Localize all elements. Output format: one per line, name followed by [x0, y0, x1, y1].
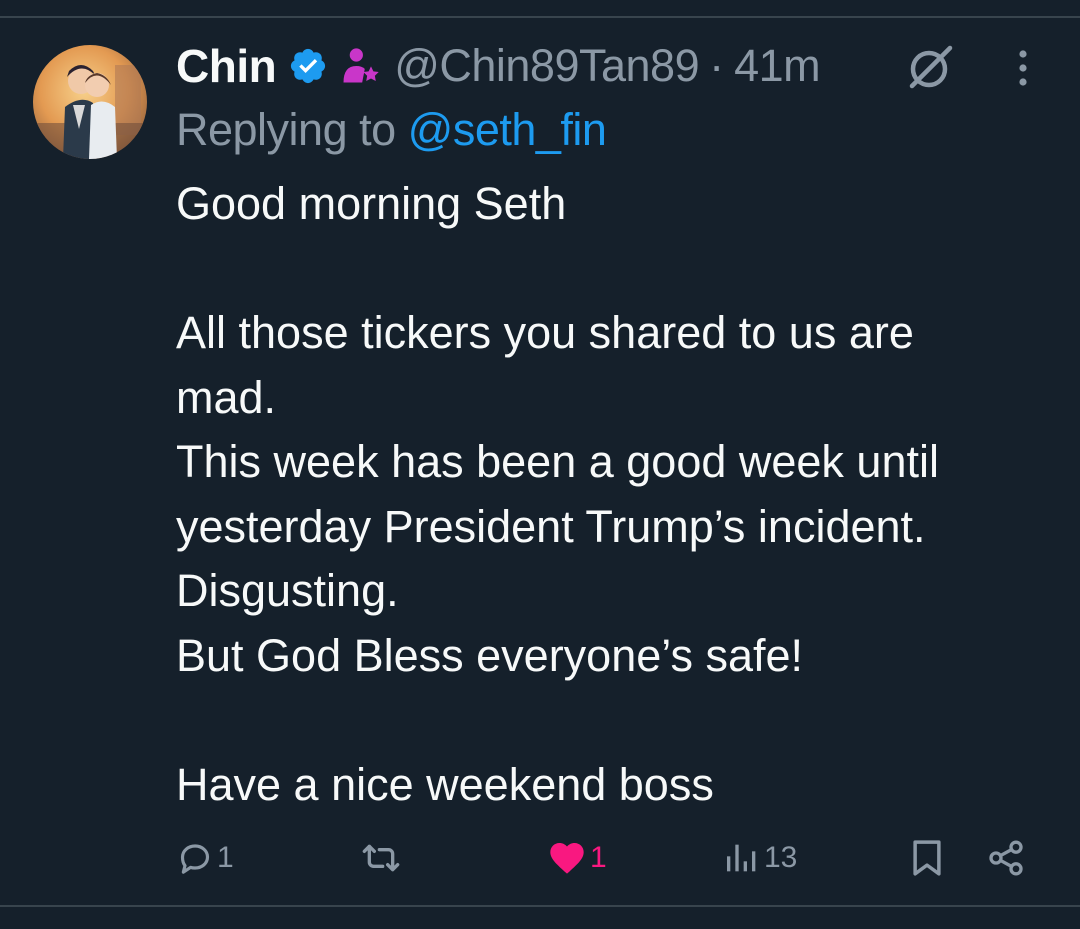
tweet-text-line: All those tickers you shared to us are — [176, 307, 914, 358]
bookmark-button[interactable] — [908, 830, 946, 886]
share-icon — [989, 840, 1023, 876]
tweet-text-line — [176, 688, 1056, 753]
top-divider — [0, 16, 1080, 18]
share-button[interactable] — [986, 830, 1026, 886]
bottom-divider — [0, 905, 1080, 907]
tweet-text-line: But God Bless everyone’s safe! — [176, 629, 804, 681]
separator-dot: · — [709, 40, 725, 91]
reply-count: 1 — [217, 841, 234, 874]
reply-button[interactable]: 1 — [175, 830, 234, 886]
tweet-actions: 1 1 13 — [0, 830, 1080, 886]
tweet-text-line: Have a nice weekend boss — [176, 758, 714, 810]
heart-filled-icon — [550, 843, 584, 874]
bookmark-icon — [913, 840, 941, 876]
retweet-icon — [362, 844, 400, 872]
tweet-text: Good morning Seth All those tickers you … — [176, 172, 1056, 817]
views-button[interactable]: 13 — [722, 830, 797, 886]
avatar-image — [33, 45, 147, 159]
tweet-text-line: Disgusting. — [176, 565, 399, 616]
tweet-header: Chin @Chin89Tan89 · 41m — [176, 38, 821, 94]
grok-icon[interactable] — [904, 42, 956, 94]
tweet-text-line: Good morning Seth — [176, 178, 567, 229]
views-count: 13 — [764, 841, 798, 874]
verified-badge-icon[interactable] — [288, 46, 328, 86]
reply-icon — [180, 844, 210, 874]
tweet-text-line: This week has been a good week until — [176, 436, 939, 487]
retweet-button[interactable] — [357, 830, 407, 886]
tweet-text-line: yesterday President Trump’s incident. — [176, 500, 926, 552]
replying-prefix: Replying to — [176, 104, 408, 155]
affiliate-badge-icon[interactable] — [338, 44, 382, 88]
views-chart-icon — [727, 844, 756, 872]
avatar[interactable] — [33, 45, 147, 159]
tweet-text-line — [176, 237, 1056, 302]
replying-mention-link[interactable]: @seth_fin — [408, 104, 607, 155]
author-handle[interactable]: @Chin89Tan89 — [394, 40, 699, 92]
tweet-text-line: mad. — [176, 371, 277, 423]
tweet-time[interactable]: 41m — [734, 40, 821, 92]
replying-to: Replying to @seth_fin — [176, 104, 607, 156]
author-display-name[interactable]: Chin — [176, 39, 277, 93]
like-button[interactable]: 1 — [546, 830, 607, 886]
like-count: 1 — [590, 841, 607, 874]
more-options-icon[interactable] — [1008, 48, 1038, 88]
